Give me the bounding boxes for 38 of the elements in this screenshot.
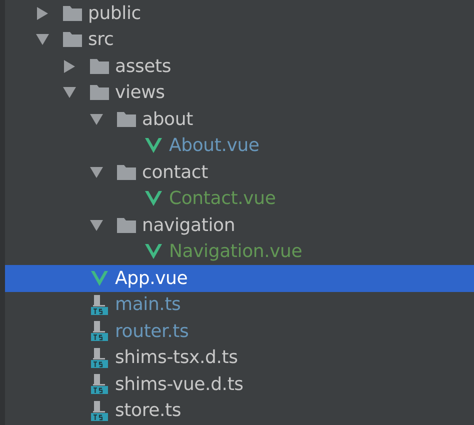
folder-icon	[90, 58, 108, 74]
collapsed-arrow-icon[interactable]	[63, 60, 76, 73]
file-name[interactable]: About.vue	[169, 135, 260, 156]
expanded-arrow-icon[interactable]	[90, 218, 103, 232]
file-name[interactable]: shims-vue.d.ts	[115, 374, 244, 395]
typescript-file-icon	[90, 321, 108, 342]
expanded-arrow-icon[interactable]	[90, 112, 103, 126]
folder-icon	[90, 85, 108, 100]
typescript-file-icon	[90, 374, 108, 394]
folder-name[interactable]: contact	[142, 162, 208, 183]
folder-icon	[62, 32, 82, 48]
expanded-arrow-icon[interactable]	[36, 33, 49, 46]
typescript-file-icon	[90, 294, 108, 315]
vue-logo-icon	[144, 244, 162, 260]
file-name[interactable]: shims-tsx.d.ts	[115, 347, 238, 368]
folder-name[interactable]: about	[142, 108, 193, 130]
collapsed-arrow-icon[interactable]	[36, 6, 49, 20]
vue-logo-icon	[90, 270, 108, 286]
folder-icon	[116, 164, 136, 180]
file-name: App.vue	[115, 268, 188, 289]
folder-name[interactable]: views	[115, 82, 165, 104]
typescript-file-icon	[90, 400, 108, 421]
vue-logo-icon	[144, 191, 162, 206]
selected-tree-row[interactable]: App.vue	[5, 265, 474, 292]
file-name[interactable]: router.ts	[115, 320, 189, 342]
folder-name[interactable]: public	[88, 2, 141, 24]
folder-icon	[62, 6, 82, 21]
file-name[interactable]: store.ts	[115, 400, 182, 422]
folder-icon	[116, 112, 136, 127]
vue-logo-icon	[144, 138, 162, 154]
folder-name[interactable]: navigation	[142, 214, 236, 236]
file-name[interactable]: main.ts	[115, 294, 181, 316]
folder-icon	[116, 218, 136, 233]
expanded-arrow-icon[interactable]	[90, 166, 103, 179]
typescript-file-icon	[90, 348, 108, 368]
expanded-arrow-icon[interactable]	[63, 86, 76, 100]
folder-name[interactable]: assets	[115, 56, 172, 77]
folder-name[interactable]: src	[88, 29, 114, 50]
